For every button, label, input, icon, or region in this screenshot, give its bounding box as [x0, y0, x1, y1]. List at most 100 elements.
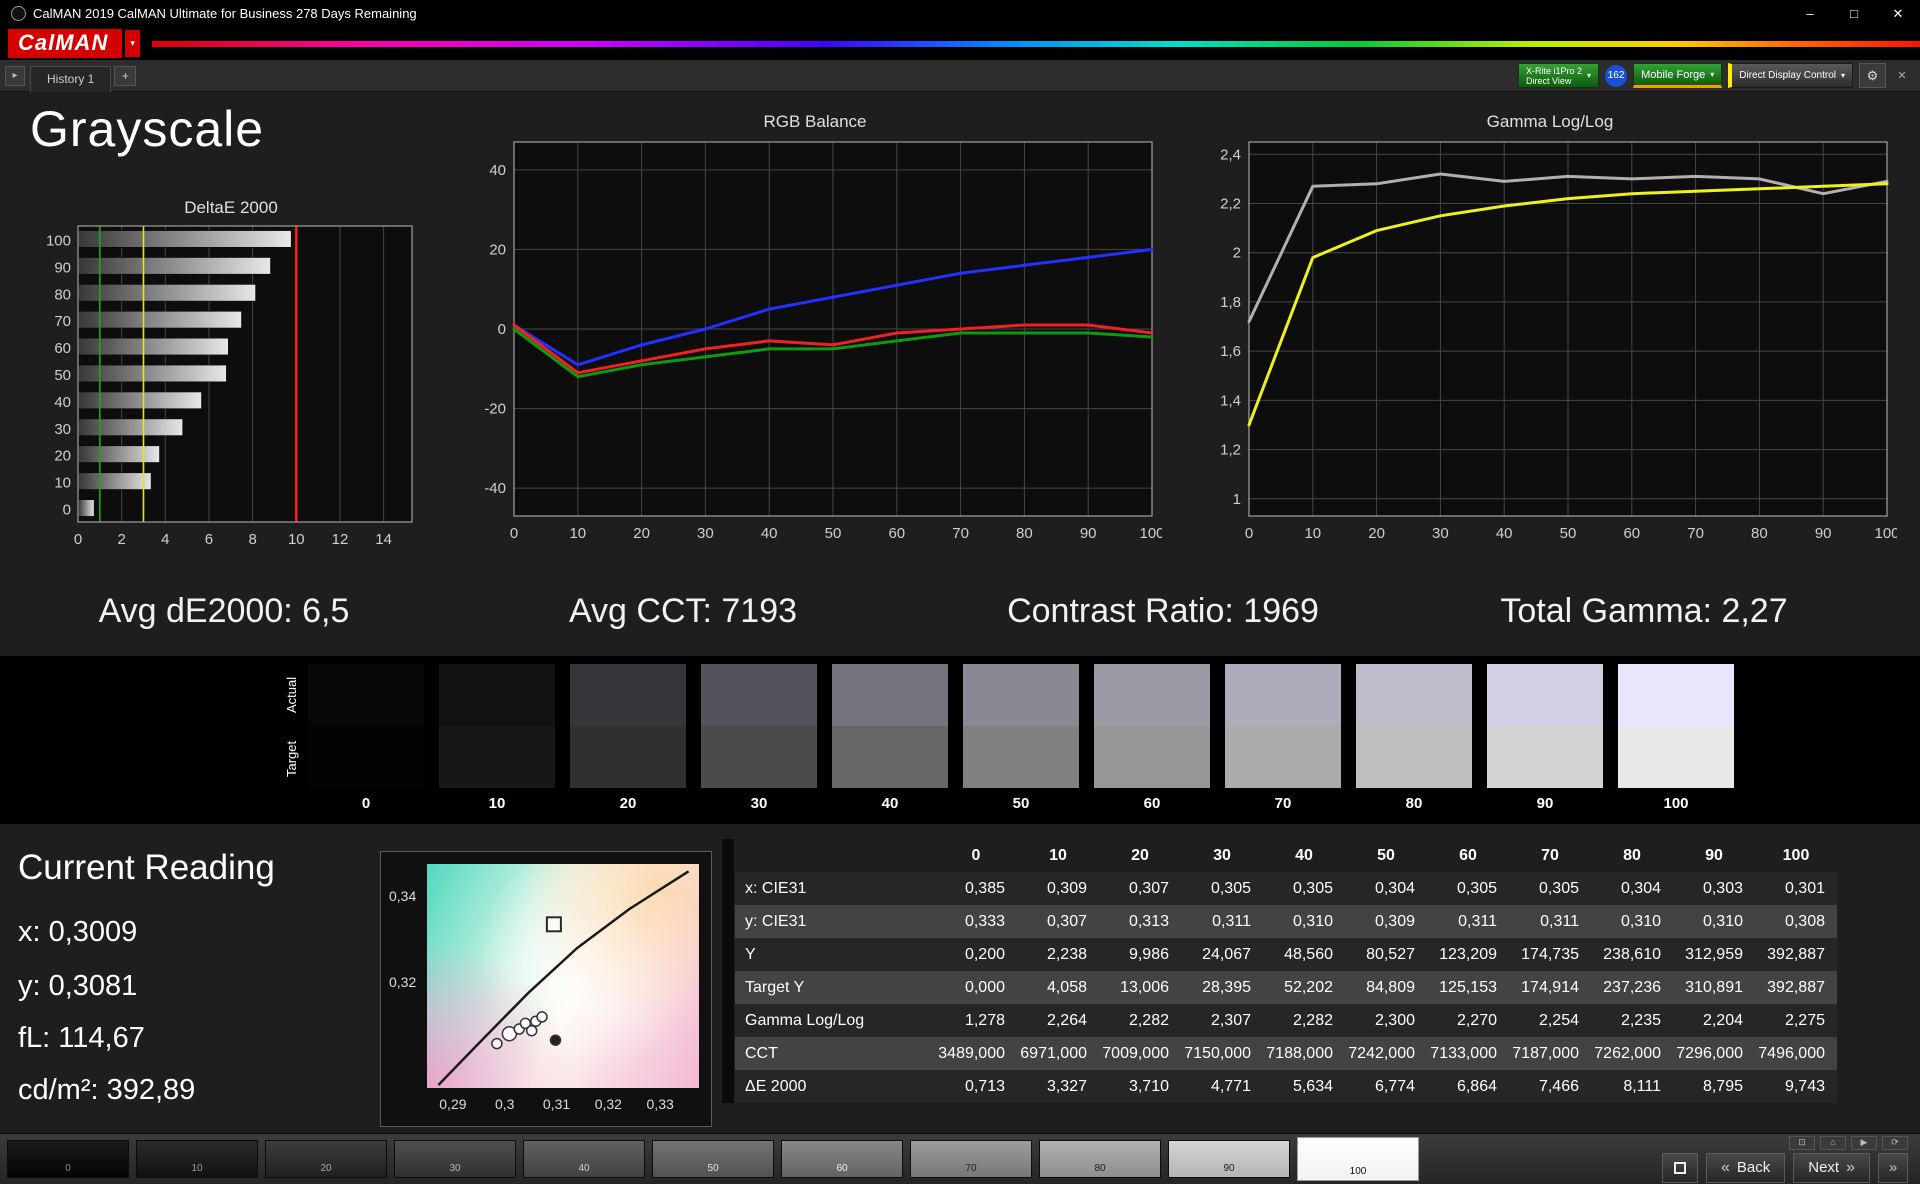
rgb-balance-chart: RGB Balance 0 10 20 30 40 50 60 70 80 90 100 -40 -20…	[468, 112, 1164, 553]
table-cell: 1,278	[935, 1004, 1017, 1037]
table-row-label: Gamma Log/Log	[735, 1004, 935, 1037]
table-cell: 0,311	[1181, 905, 1263, 938]
level-patch-40[interactable]: 40	[523, 1140, 645, 1178]
tab-history-1[interactable]: History 1	[30, 65, 112, 92]
level-patch-50[interactable]: 50	[652, 1140, 774, 1178]
cie-x-tick-label: 0,33	[646, 1096, 674, 1112]
swatch-actual-patch	[308, 664, 424, 726]
table-cell: 2,235	[1591, 1004, 1673, 1037]
calman-window: CalMAN 2019 CalMAN Ultimate for Business…	[0, 0, 1920, 1184]
back-button[interactable]: « Back	[1705, 1152, 1786, 1183]
axis-tick-label: 4	[161, 531, 169, 548]
level-patch-20[interactable]: 20	[265, 1140, 387, 1178]
display-control-label: Direct Display Control	[1739, 70, 1836, 81]
axis-tick-label: 50	[54, 367, 71, 384]
axis-tick-label: 60	[888, 525, 905, 542]
swatch-actual-patch	[1487, 664, 1603, 726]
minimize-icon[interactable]: –	[1788, 0, 1832, 27]
swatch-target-patch	[1618, 726, 1734, 788]
grayscale-swatch: 70	[1225, 664, 1341, 812]
swatch-actual-patch	[1618, 664, 1734, 726]
source-label: Mobile Forge	[1641, 68, 1706, 81]
play-icon[interactable]: ▶	[1851, 1135, 1877, 1150]
level-patch-80[interactable]: 80	[1039, 1140, 1161, 1178]
calman-logo[interactable]: CalMAN	[8, 29, 123, 58]
tab-scroll-icon[interactable]: ▸	[5, 65, 25, 86]
table-cell: 392,887	[1755, 938, 1837, 971]
reading-x: x: 0,3009	[18, 916, 138, 948]
table-cell: 13,006	[1099, 971, 1181, 1004]
table-cell: 7496,000	[1755, 1037, 1837, 1070]
chevron-down-icon: ▾	[1587, 71, 1592, 80]
grayscale-swatch: 50	[963, 664, 1079, 812]
level-patch-70[interactable]: 70	[910, 1140, 1032, 1178]
source-select-button[interactable]: Mobile Forge ▾	[1633, 63, 1723, 88]
axis-tick-label: 90	[1080, 525, 1097, 542]
axis-tick-label: 2,2	[1220, 196, 1241, 213]
window-controls: – □ ✕	[1788, 0, 1920, 27]
axis-tick-label: 0	[74, 531, 82, 548]
level-patch-30[interactable]: 30	[394, 1140, 516, 1178]
table-cell: 24,067	[1181, 938, 1263, 971]
table-cell: 0,313	[1099, 905, 1181, 938]
table-cell: 4,771	[1181, 1070, 1263, 1103]
axis-tick-label: 1,6	[1220, 343, 1241, 360]
axis-tick-label: 100	[46, 232, 71, 249]
swatch-label: 100	[1663, 795, 1689, 812]
swatch-target-patch	[439, 726, 555, 788]
stop-button[interactable]	[1661, 1152, 1698, 1183]
page-title: Grayscale	[30, 101, 265, 157]
target-marker	[545, 916, 562, 933]
table-cell: 2,204	[1673, 1004, 1755, 1037]
refresh-icon[interactable]: ⟳	[1882, 1135, 1908, 1150]
table-cell: 0,305	[1181, 872, 1263, 905]
table-cell: 0,200	[935, 938, 1017, 971]
level-patch-row: 0 10 20 30 40 50 60 70 80 90 100	[0, 1134, 1419, 1184]
level-patch-100[interactable]: 100	[1297, 1137, 1419, 1181]
axis-tick-label: 40	[1496, 525, 1513, 542]
deltae-2000-plot: 0 2 4 6 8 10 12 141009080706050403020100	[46, 225, 413, 548]
meter-select-button[interactable]: X-Rite i1Pro 2 Direct View ▾	[1518, 63, 1600, 88]
deltae-bar	[78, 391, 202, 410]
display-icon[interactable]: ⊡	[1789, 1135, 1815, 1150]
level-patch-90[interactable]: 90	[1168, 1140, 1290, 1178]
table-scrollbar[interactable]	[722, 839, 734, 1103]
maximize-icon[interactable]: □	[1832, 0, 1876, 27]
table-col-header: 90	[1705, 847, 1723, 864]
level-patch-0[interactable]: 0	[7, 1140, 129, 1178]
tab-bar: ▸ History 1 + X-Rite i1Pro 2 Direct View…	[0, 60, 1920, 92]
chevron-down-icon: ▾	[1710, 70, 1715, 79]
fast-forward-icon[interactable]: »	[1878, 1152, 1908, 1183]
table-cell: 7,466	[1509, 1070, 1591, 1103]
add-tab-button[interactable]: +	[114, 65, 137, 86]
cie-x-tick-label: 0,29	[439, 1096, 467, 1112]
axis-tick-label: 40	[761, 525, 778, 542]
meter-count-badge[interactable]: 162	[1605, 64, 1628, 87]
axis-tick-label: 10	[569, 525, 586, 542]
next-button[interactable]: Next »	[1793, 1152, 1870, 1183]
workspace-close-icon[interactable]: ✕	[1892, 66, 1912, 86]
axis-tick-label: 2	[1233, 245, 1241, 262]
table-row-label: Target Y	[735, 971, 935, 1004]
axis-tick-label: 20	[633, 525, 650, 542]
home-icon[interactable]: ⌂	[1820, 1135, 1846, 1150]
table-cell: 0,304	[1591, 872, 1673, 905]
level-patch-60[interactable]: 60	[781, 1140, 903, 1178]
table-cell: 0,303	[1673, 872, 1755, 905]
display-control-button[interactable]: Direct Display Control ▾	[1728, 63, 1853, 88]
swatch-label: 20	[619, 795, 637, 812]
current-reading-title: Current Reading	[18, 848, 275, 887]
close-icon[interactable]: ✕	[1876, 0, 1920, 27]
table-cell: 7188,000	[1263, 1037, 1345, 1070]
level-patch-10[interactable]: 10	[136, 1140, 258, 1178]
logo-dropdown-icon[interactable]: ▾	[125, 30, 140, 57]
chart-title: RGB Balance	[763, 112, 867, 131]
gamma-log-log-plot: 0 10 20 30 40 50 60 70 80 90 100 1 1,2 1,4 1,6 1,8 2 2,2 2…	[1220, 141, 1900, 542]
back-arrow-icon: «	[1720, 1158, 1730, 1176]
swatch-actual-patch	[701, 664, 817, 726]
axis-tick-label: 80	[54, 286, 71, 303]
axis-tick-label: 50	[1560, 525, 1577, 542]
table-col-header: 80	[1623, 847, 1641, 864]
gear-icon[interactable]: ⚙	[1859, 63, 1886, 88]
axis-tick-label: 1,8	[1220, 294, 1241, 311]
